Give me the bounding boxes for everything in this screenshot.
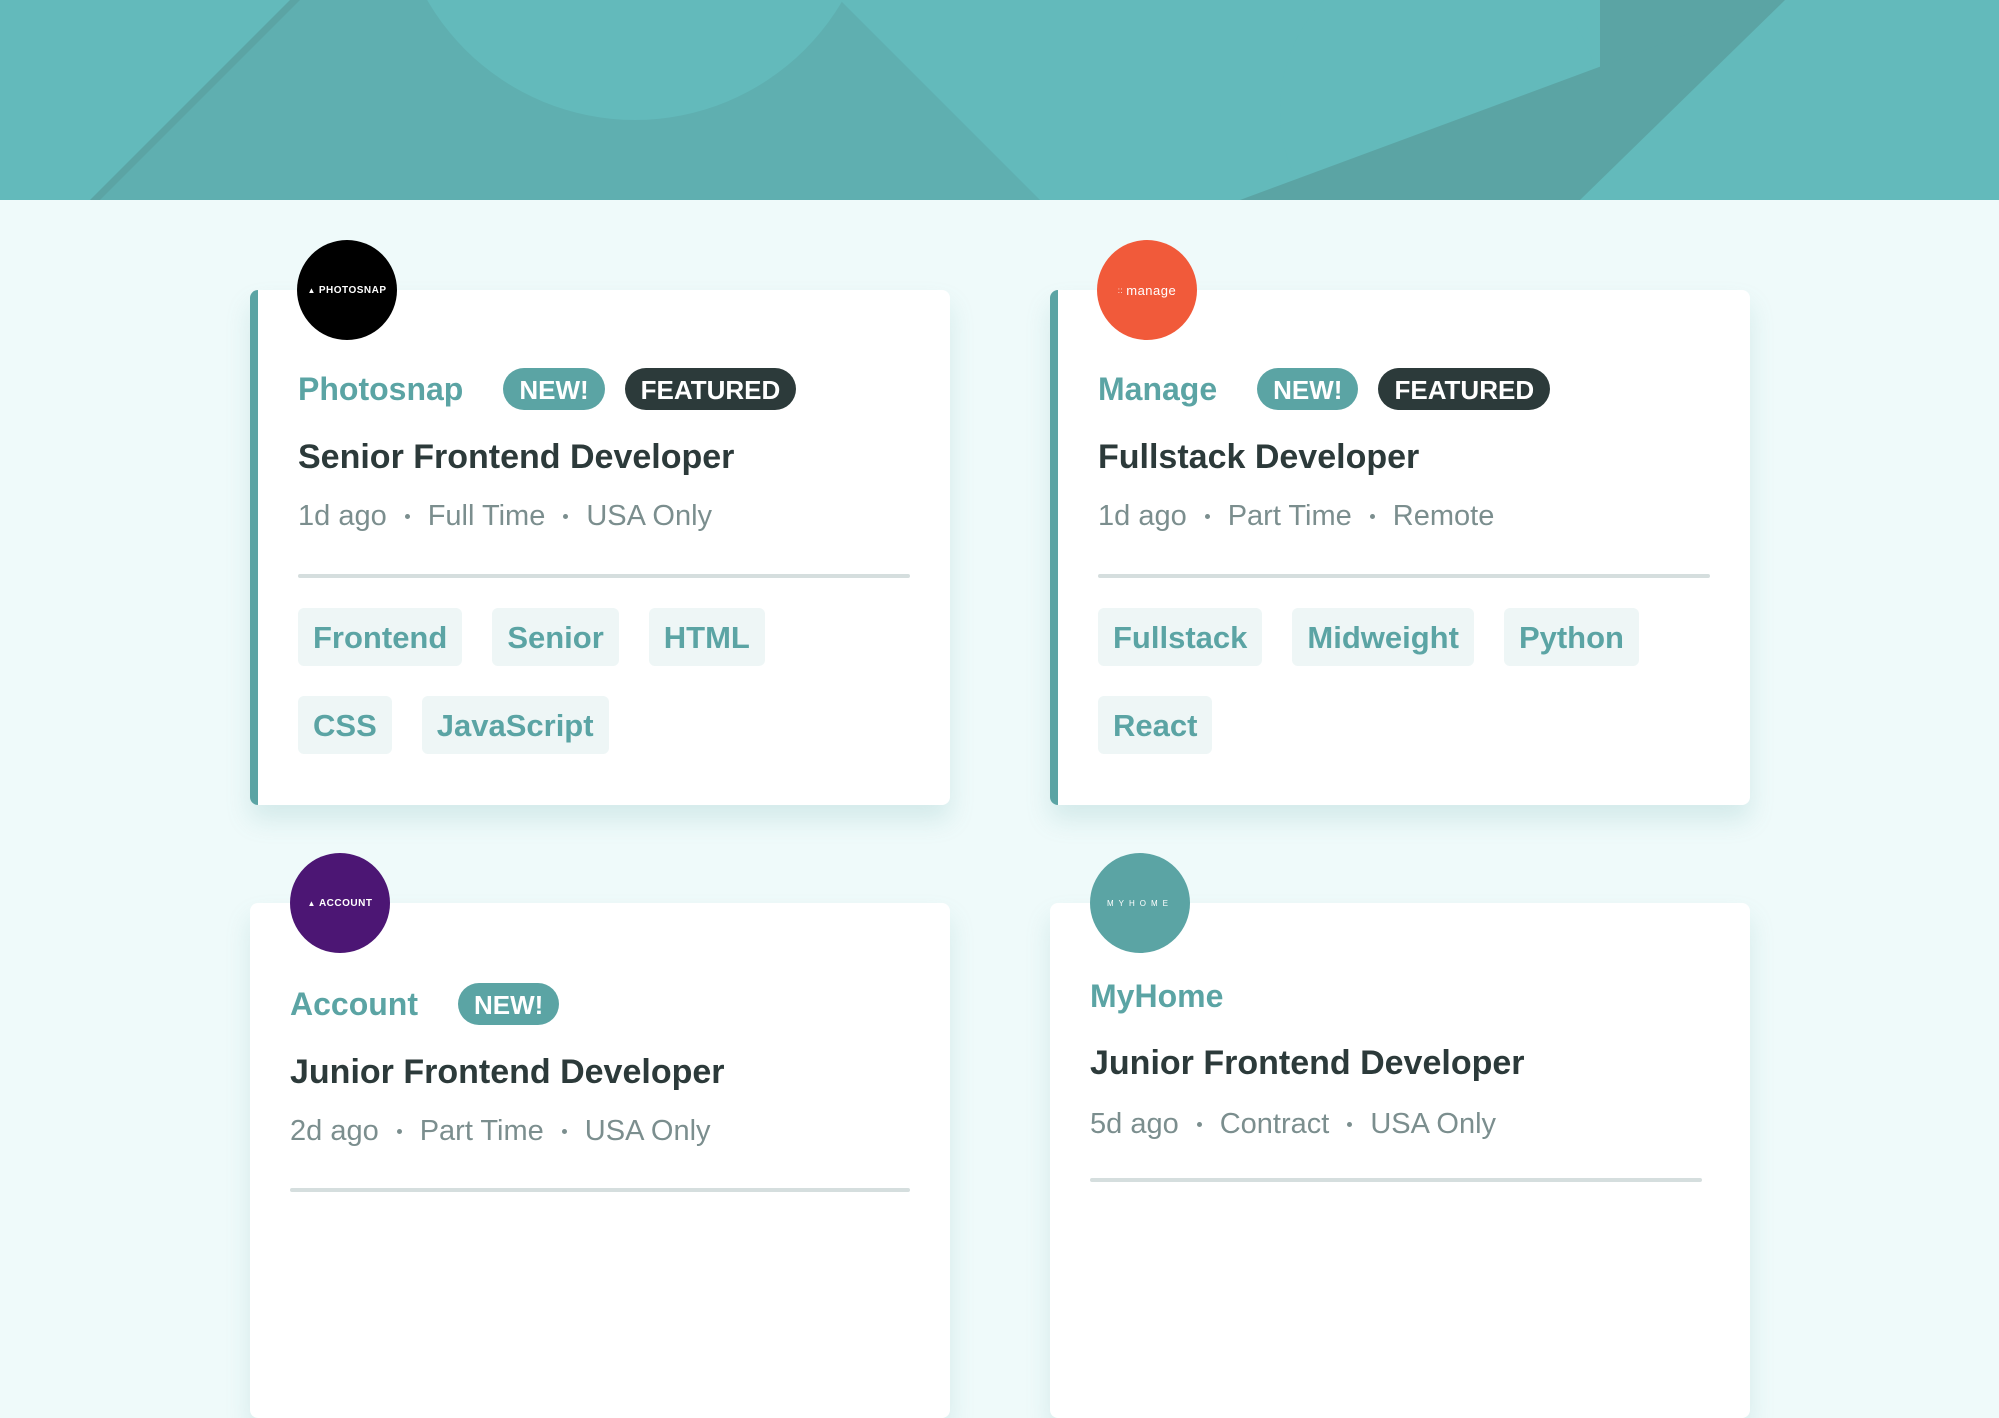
company-row: Manage NEW! FEATURED [1098, 368, 1570, 410]
job-title[interactable]: Senior Frontend Developer [298, 438, 734, 477]
tag-filter[interactable]: CSS [298, 696, 392, 754]
job-card[interactable]: MYHOME MyHome Junior Frontend Developer … [1050, 853, 1750, 1418]
contract-type: Full Time [427, 500, 546, 532]
new-badge: NEW! [1257, 368, 1359, 410]
company-logo: ▲ PHOTOSNAP [297, 240, 397, 340]
divider [290, 1188, 910, 1192]
divider [1090, 1178, 1702, 1182]
location: USA Only [1370, 1108, 1497, 1140]
divider [298, 574, 910, 578]
tag-list: Fullstack Midweight Python React [1098, 608, 1698, 784]
job-meta: 2d ago Part Time USA Only [290, 1115, 711, 1148]
featured-badge: FEATURED [624, 368, 797, 410]
tag-filter[interactable]: Midweight [1292, 608, 1474, 666]
tag-filter[interactable]: Senior [492, 608, 619, 666]
company-row: Photosnap NEW! FEATURED [298, 368, 816, 410]
separator-dot [396, 1129, 402, 1134]
job-card[interactable]: ▲ PHOTOSNAP Photosnap NEW! FEATURED Seni… [250, 240, 950, 805]
separator-dot [1196, 1122, 1202, 1127]
separator-dot [1369, 514, 1375, 519]
featured-badge: FEATURED [1378, 368, 1551, 410]
dots-icon: :: [1117, 285, 1124, 295]
logo-text: ACCOUNT [318, 897, 373, 909]
location: USA Only [584, 1115, 711, 1147]
company-row: MyHome [1090, 978, 1263, 1015]
separator-dot [404, 514, 410, 519]
company-logo: MYHOME [1090, 853, 1190, 953]
logo-text: manage [1126, 282, 1177, 298]
contract-type: Contract [1219, 1108, 1330, 1140]
contract-type: Part Time [419, 1115, 544, 1147]
job-title[interactable]: Fullstack Developer [1098, 438, 1419, 477]
new-badge: NEW! [458, 983, 560, 1025]
job-title[interactable]: Junior Frontend Developer [290, 1053, 725, 1092]
logo-text: PHOTOSNAP [318, 284, 387, 296]
company-name[interactable]: Account [290, 986, 418, 1023]
tag-list: Frontend Senior HTML CSS JavaScript [298, 608, 898, 784]
contract-type: Part Time [1227, 500, 1352, 532]
tag-filter[interactable]: JavaScript [421, 696, 609, 754]
company-logo: ▲ ACCOUNT [290, 853, 390, 953]
separator-dot [561, 1129, 567, 1134]
company-name[interactable]: Manage [1098, 371, 1217, 408]
new-badge: NEW! [503, 368, 605, 410]
triangle-icon: ▲ [307, 898, 316, 908]
separator-dot [563, 514, 569, 519]
company-row: Account NEW! [290, 983, 579, 1025]
tag-filter[interactable]: Fullstack [1098, 608, 1263, 666]
job-title[interactable]: Junior Frontend Developer [1090, 1044, 1525, 1083]
triangle-icon: ▲ [307, 285, 316, 295]
company-logo: :: manage [1097, 240, 1197, 340]
posted-at: 5d ago [1090, 1108, 1179, 1140]
job-card[interactable]: ▲ ACCOUNT Account NEW! Junior Frontend D… [250, 853, 950, 1418]
separator-dot [1204, 514, 1210, 519]
tag-filter[interactable]: HTML [648, 608, 765, 666]
separator-dot [1347, 1122, 1353, 1127]
header-banner [0, 0, 1999, 200]
company-name[interactable]: MyHome [1090, 978, 1223, 1015]
header-pattern [0, 0, 1999, 200]
tag-filter[interactable]: Python [1503, 608, 1639, 666]
job-meta: 1d ago Part Time Remote [1098, 500, 1494, 533]
posted-at: 1d ago [1098, 500, 1187, 532]
tag-filter[interactable]: React [1098, 696, 1213, 754]
job-meta: 5d ago Contract USA Only [1090, 1108, 1496, 1141]
location: USA Only [586, 500, 713, 532]
job-meta: 1d ago Full Time USA Only [298, 500, 712, 533]
posted-at: 1d ago [298, 500, 387, 532]
divider [1098, 574, 1710, 578]
company-name[interactable]: Photosnap [298, 371, 463, 408]
logo-text: MYHOME [1107, 898, 1173, 908]
job-card[interactable]: :: manage Manage NEW! FEATURED Fullstack… [1050, 240, 1750, 805]
location: Remote [1392, 500, 1495, 532]
tag-filter[interactable]: Frontend [298, 608, 463, 666]
posted-at: 2d ago [290, 1115, 379, 1147]
